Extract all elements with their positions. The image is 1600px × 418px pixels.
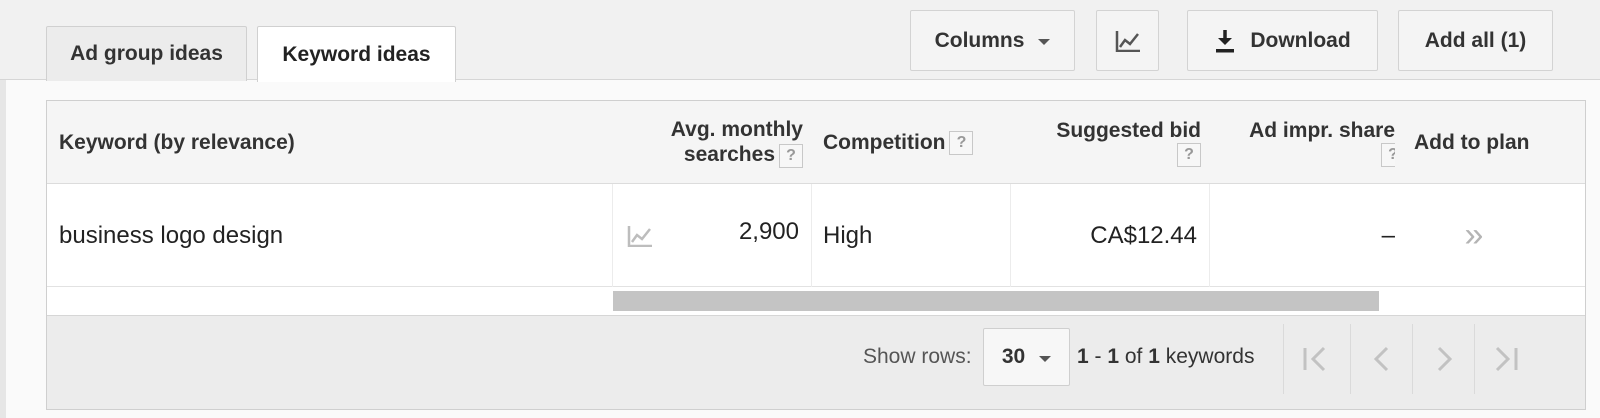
download-icon: [1216, 29, 1235, 52]
trend-chart-icon[interactable]: [627, 225, 653, 247]
download-button-label: Download: [1250, 28, 1351, 52]
help-icon[interactable]: ?: [779, 143, 803, 168]
last-page-button[interactable]: [1474, 324, 1536, 394]
header-impr-label: Ad impr. share: [1249, 119, 1395, 142]
header-suggested-bid[interactable]: Suggested bid ?: [1013, 101, 1201, 184]
last-page-icon: [1495, 346, 1517, 372]
left-edge: [0, 80, 6, 418]
column-divider: [811, 184, 812, 287]
line-chart-icon: [1115, 30, 1140, 52]
header-keyword[interactable]: Keyword (by relevance): [59, 101, 479, 184]
header-avg-line1: Avg. monthly: [670, 118, 803, 142]
column-divider: [1209, 184, 1210, 287]
chevron-down-icon: [1039, 355, 1052, 362]
competition-cell: High: [823, 221, 873, 249]
previous-page-button[interactable]: [1350, 324, 1412, 394]
table-header: Keyword (by relevance) Avg. monthly sear…: [47, 101, 1585, 184]
chevron-down-icon: [1038, 39, 1051, 45]
ad-impr-share-cell: –: [1381, 221, 1395, 249]
header-keyword-label: Keyword (by relevance): [59, 131, 295, 154]
first-page-button[interactable]: [1283, 324, 1345, 394]
suggested-bid-cell: CA$12.44: [1090, 221, 1197, 249]
rows-per-page-select[interactable]: 30: [983, 328, 1070, 386]
next-page-button[interactable]: [1412, 324, 1474, 394]
help-icon[interactable]: ?: [949, 131, 974, 156]
rows-per-page-value: 30: [1001, 345, 1026, 368]
first-page-icon: [1303, 346, 1325, 372]
tab-ad-group-ideas[interactable]: Ad group ideas: [46, 26, 247, 81]
chevron-right-icon: [1437, 346, 1452, 372]
tab-keyword-ideas[interactable]: Keyword ideas: [257, 26, 456, 82]
header-bid-label: Suggested bid: [1056, 119, 1201, 142]
header-avg-monthly-searches[interactable]: Avg. monthly searches?: [613, 101, 803, 184]
pagination-range: 1 - 1 of 1 keywords: [1077, 345, 1255, 368]
columns-button[interactable]: Columns: [910, 10, 1075, 71]
keyword-cell: business logo design: [59, 221, 284, 249]
scrollbar-thumb[interactable]: [613, 291, 1379, 311]
chevron-left-icon: [1373, 346, 1388, 372]
avg-monthly-searches-cell: 2,900: [738, 217, 799, 245]
header-competition[interactable]: Competition?: [823, 101, 1023, 184]
columns-button-label: Columns: [934, 28, 1025, 52]
table-footer: Show rows: 30 1 - 1 of 1 keywords: [47, 315, 1585, 409]
column-divider: [1010, 184, 1011, 287]
header-add-to-plan: Add to plan: [1414, 101, 1574, 184]
header-ad-impr-share[interactable]: Ad impr. share ?: [1225, 101, 1395, 184]
header-avg-line2: searches: [683, 143, 775, 167]
help-icon[interactable]: ?: [1381, 143, 1395, 167]
header-competition-label: Competition: [823, 130, 946, 154]
show-rows-label: Show rows:: [863, 345, 972, 368]
add-to-plan-icon[interactable]: »: [1414, 184, 1534, 287]
download-button[interactable]: Download: [1187, 10, 1378, 71]
column-divider: [612, 184, 613, 287]
add-all-button[interactable]: Add all (1): [1398, 10, 1553, 71]
keyword-table-panel: Keyword (by relevance) Avg. monthly sear…: [46, 100, 1586, 410]
chart-toggle-button[interactable]: [1096, 10, 1159, 71]
header-add-label: Add to plan: [1414, 131, 1530, 154]
table-row: business logo design 2,900 High CA$12.44…: [47, 184, 1585, 287]
horizontal-scrollbar[interactable]: [613, 289, 1379, 311]
help-icon[interactable]: ?: [1177, 143, 1201, 167]
